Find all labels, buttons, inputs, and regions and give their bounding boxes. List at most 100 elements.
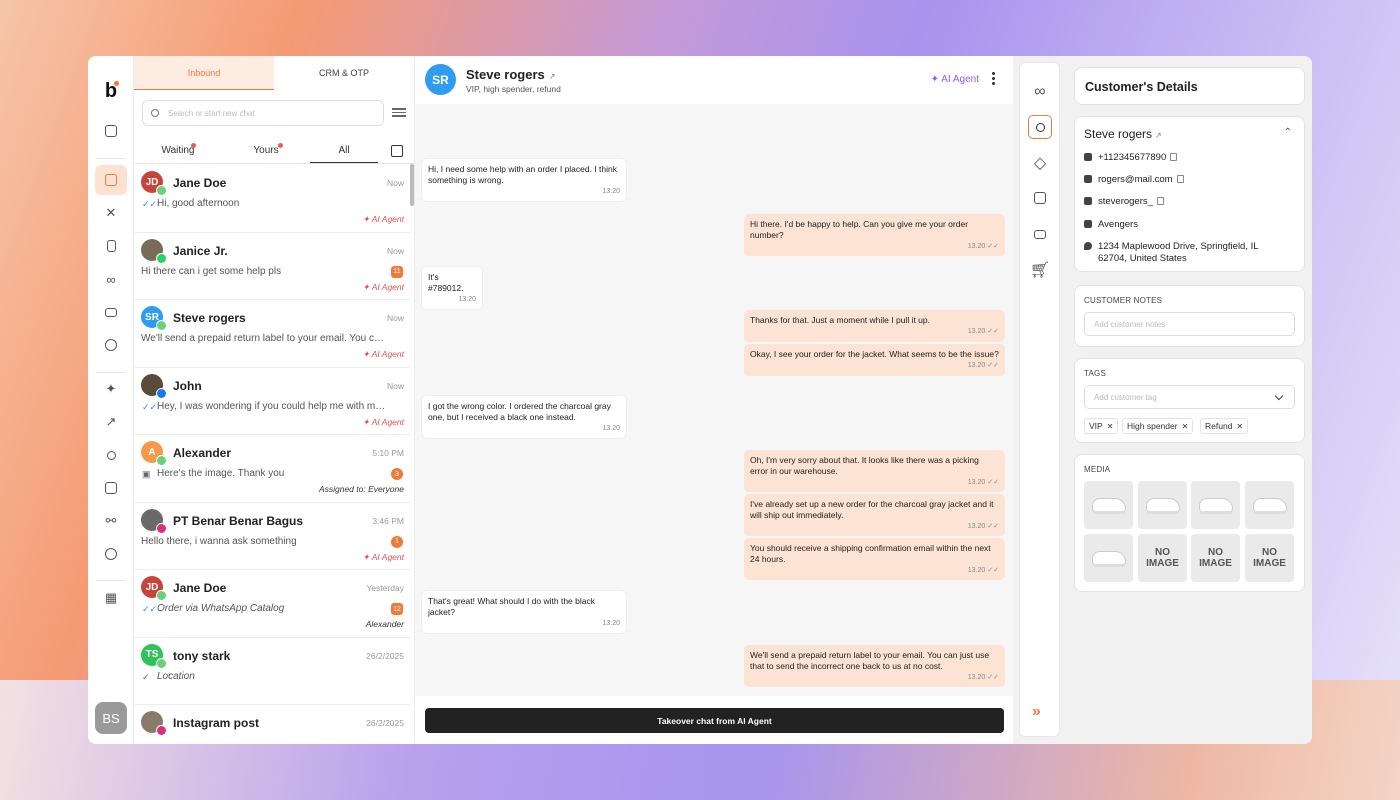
sparkle-icon[interactable]: ✦ (95, 374, 127, 404)
chat-tag: ✦ AI Agent (362, 349, 404, 359)
chat-name: Instagram post (173, 716, 260, 730)
unread-count: 12 (391, 603, 403, 615)
remove-tag-icon[interactable]: ✕ (1182, 422, 1189, 431)
analytics-icon[interactable]: ↗ (95, 407, 127, 437)
external-link-icon: ↗ (548, 72, 556, 81)
shop-icon[interactable] (95, 473, 127, 503)
chat-row[interactable]: JD Jane Doe Now ✓✓ Hi, good afternoon ✦ AI Ag… (134, 165, 410, 233)
media-thumb[interactable] (1084, 534, 1133, 582)
lock-icon[interactable] (95, 297, 127, 327)
copy-icon[interactable] (1156, 197, 1164, 205)
unread-dot (191, 143, 196, 148)
chevron-down-icon (1274, 391, 1284, 401)
copy-icon[interactable] (1176, 175, 1184, 183)
subtab-yours[interactable]: Yours (222, 138, 310, 163)
chat-row[interactable]: SR Steve rogers Now We'll send a prepaid re… (134, 300, 410, 368)
chat-preview: Hi, good afternoon (157, 198, 240, 209)
tab-inbound[interactable]: Inbound (134, 56, 274, 90)
chat-time: 26/2/2025 (366, 650, 404, 661)
chat-icon[interactable] (95, 165, 127, 195)
chat-row[interactable]: John Now ✓✓ Hey, I was wondering if you cou… (134, 368, 410, 435)
message-text: Hi, I need some help with an order I pla… (428, 164, 617, 185)
chat-row[interactable]: Janice Jr. Now Hi there can i get some hel… (134, 233, 410, 300)
binoculars-icon[interactable]: ∞ (1028, 80, 1052, 104)
message-thread: Hi, I need some help with an order I pla… (415, 104, 1013, 696)
unread-dot (278, 143, 283, 148)
channel-badge-icon (156, 320, 167, 331)
media-thumb[interactable] (1138, 481, 1187, 529)
chat-name: Steve rogers (173, 311, 246, 325)
notes-title: CUSTOMER NOTES (1084, 296, 1163, 305)
chat-preview: Hey, I was wondering if you could help m… (157, 400, 389, 412)
remove-tag-icon[interactable]: ✕ (1107, 422, 1114, 431)
message-time: 13.20 ✓✓ (967, 478, 999, 486)
filter-icon[interactable] (392, 106, 406, 118)
sparkle-icon: ✦ (362, 214, 372, 224)
tag-select[interactable]: Add customer tag (1084, 385, 1295, 409)
detail-rail-wrap: ∞ ◇ 🛒︎ » (1013, 56, 1064, 744)
read-check-icon: ✓✓ (142, 604, 158, 614)
monitor-icon[interactable] (1028, 222, 1052, 246)
external-link-icon: ↗ (1155, 131, 1162, 140)
subtab-waiting[interactable]: Waiting (134, 138, 222, 163)
workflow-icon[interactable]: ✕ (95, 198, 127, 228)
chat-row[interactable]: Instagram post 26/2/2025 (134, 705, 410, 744)
ticket-icon[interactable]: ◇ (1028, 151, 1052, 175)
subtab-all[interactable]: All (310, 138, 378, 163)
chat-name: Alexander (173, 446, 232, 460)
notes-input[interactable]: Add customer notes (1084, 312, 1295, 336)
takeover-button[interactable]: Takeover chat from AI Agent (425, 708, 1004, 733)
media-placeholder[interactable]: NO IMAGE (1191, 534, 1240, 582)
media-placeholder[interactable]: NO IMAGE (1138, 534, 1187, 582)
message-time: 13.20 (602, 424, 620, 432)
chat-rows: JD Jane Doe Now ✓✓ Hi, good afternoon ✦ AI Ag… (134, 165, 410, 744)
tab-crm-otp[interactable]: CRM & OTP (274, 56, 414, 90)
customer-name[interactable]: Steve rogers ↗ (1084, 127, 1162, 141)
user-avatar[interactable]: BS (95, 702, 127, 734)
media-thumb[interactable] (1191, 481, 1240, 529)
tag-chip-refund: Refund ✕ (1200, 418, 1249, 434)
link-icon[interactable]: ∞ (95, 264, 127, 294)
media-thumb[interactable] (1245, 481, 1294, 529)
scrollbar[interactable] (410, 164, 414, 206)
settings-icon[interactable] (95, 330, 127, 360)
chat-row[interactable]: PT Benar Benar Bagus 3:46 PM Hello there, … (134, 503, 410, 570)
mail-icon (1084, 175, 1092, 183)
media-placeholder[interactable]: NO IMAGE (1245, 534, 1294, 582)
search-input[interactable]: Search or start new chat (142, 100, 384, 126)
home-icon[interactable] (95, 116, 127, 146)
chat-row[interactable]: JD Jane Doe Yesterday ✓✓ Order via WhatsApp … (134, 570, 410, 638)
nav-divider (96, 580, 126, 581)
details-header-card: Customer's Details (1074, 67, 1305, 105)
ai-agent-button[interactable]: ✦ AI Agent (931, 74, 979, 85)
contacts-icon[interactable] (95, 440, 127, 470)
copy-icon[interactable] (1170, 153, 1178, 161)
device-icon[interactable] (95, 231, 127, 261)
apps-grid-icon[interactable]: ▦ (95, 583, 127, 613)
chat-row[interactable]: TS tony stark 26/2/2025 ✓ Location (134, 638, 410, 705)
email-row: rogers@mail.com (1084, 174, 1184, 185)
contact-name[interactable]: Steve rogers ↗ (466, 67, 555, 82)
read-check-icon: ✓✓ (987, 673, 999, 681)
media-thumb[interactable] (1084, 481, 1133, 529)
location-icon (1084, 242, 1092, 250)
remove-tag-icon[interactable]: ✕ (1236, 422, 1243, 431)
message-text: That's great! What should I do with the … (428, 596, 595, 617)
incoming-message: That's great! What should I do with the … (422, 591, 626, 633)
chat-tag: ✦ AI Agent (362, 214, 404, 224)
message-time: 13.20 ✓✓ (967, 522, 999, 530)
collapse-chevron-icon[interactable]: ⌃ (1284, 127, 1292, 138)
expand-chevron-icon[interactable]: » (1032, 703, 1041, 721)
sent-check-icon: ✓ (142, 671, 150, 682)
chat-preview: We'll send a prepaid return label to you… (141, 333, 389, 344)
sparkle-icon: ✦ (362, 416, 372, 427)
integration-icon[interactable]: ⚯ (95, 506, 127, 536)
cart-icon[interactable]: 🛒︎ (1028, 258, 1052, 282)
chat-row[interactable]: A Alexander 5:10 PM ▣ Here's the image. Than… (134, 435, 410, 503)
more-options-icon[interactable] (992, 72, 995, 87)
billing-icon[interactable] (95, 539, 127, 569)
chat-time: Now (386, 245, 404, 256)
profile-icon[interactable] (1028, 115, 1052, 139)
compose-button[interactable] (378, 138, 415, 163)
bag-icon[interactable] (1028, 186, 1052, 210)
